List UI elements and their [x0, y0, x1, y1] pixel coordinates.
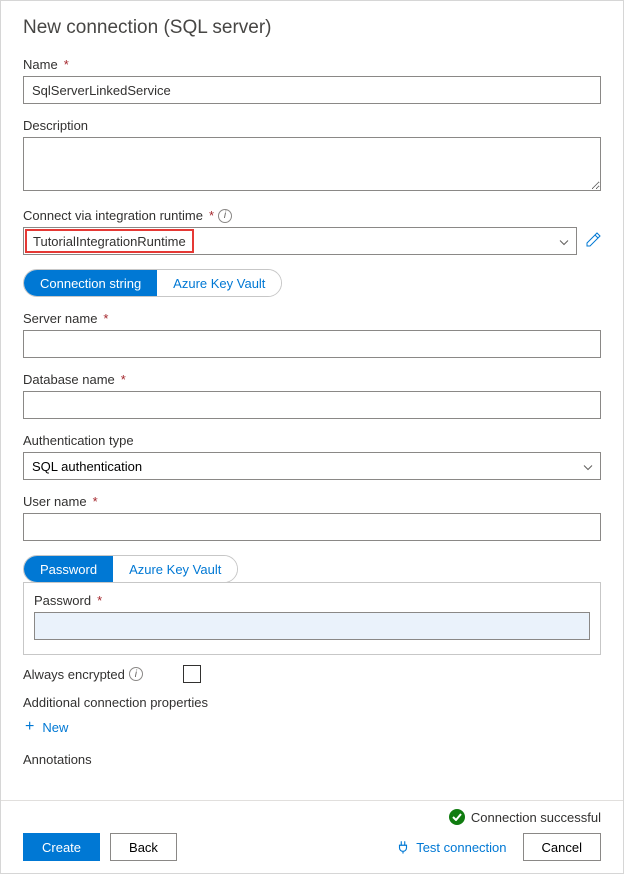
auth-type-label: Authentication type: [23, 433, 601, 448]
database-name-label: Database name*: [23, 372, 601, 387]
cancel-button[interactable]: Cancel: [523, 833, 601, 861]
footer: Connection successful Create Back Test c…: [1, 800, 623, 873]
info-icon[interactable]: i: [129, 667, 143, 681]
always-encrypted-label: Always encrypted i: [23, 667, 143, 682]
always-encrypted-checkbox[interactable]: [183, 665, 201, 683]
plug-icon: [396, 840, 410, 854]
user-name-input[interactable]: [23, 513, 601, 541]
test-connection-button[interactable]: Test connection: [390, 840, 512, 855]
annotations-label: Annotations: [23, 752, 601, 767]
name-label: Name*: [23, 57, 601, 72]
tab-password-akv[interactable]: Azure Key Vault: [113, 556, 237, 582]
add-connection-property-button[interactable]: + New: [23, 714, 601, 740]
additional-props-label: Additional connection properties: [23, 695, 601, 710]
user-name-label: User name*: [23, 494, 601, 509]
back-button[interactable]: Back: [110, 833, 177, 861]
connection-status: Connection successful: [23, 809, 601, 825]
database-name-input[interactable]: [23, 391, 601, 419]
plus-icon: +: [25, 718, 34, 736]
add-annotation-button[interactable]: + New: [23, 771, 601, 775]
server-name-input[interactable]: [23, 330, 601, 358]
server-name-label: Server name*: [23, 311, 601, 326]
create-button[interactable]: Create: [23, 833, 100, 861]
tab-azure-key-vault[interactable]: Azure Key Vault: [157, 270, 281, 296]
auth-type-select[interactable]: [23, 452, 601, 480]
name-input[interactable]: [23, 76, 601, 104]
password-source-tabs: Password Azure Key Vault: [23, 555, 238, 583]
password-input[interactable]: [34, 612, 590, 640]
edit-icon[interactable]: [585, 232, 601, 251]
tab-connection-string[interactable]: Connection string: [24, 270, 157, 296]
password-label: Password*: [34, 593, 590, 608]
auth-source-tabs: Connection string Azure Key Vault: [23, 269, 282, 297]
runtime-select[interactable]: TutorialIntegrationRuntime: [23, 227, 577, 255]
password-group: Password*: [23, 582, 601, 655]
description-textarea[interactable]: [23, 137, 601, 191]
description-label: Description: [23, 118, 601, 133]
page-title: New connection (SQL server): [23, 17, 601, 39]
check-circle-icon: [449, 809, 465, 825]
tab-password[interactable]: Password: [24, 556, 113, 582]
runtime-label: Connect via integration runtime* i: [23, 208, 601, 223]
info-icon[interactable]: i: [218, 209, 232, 223]
